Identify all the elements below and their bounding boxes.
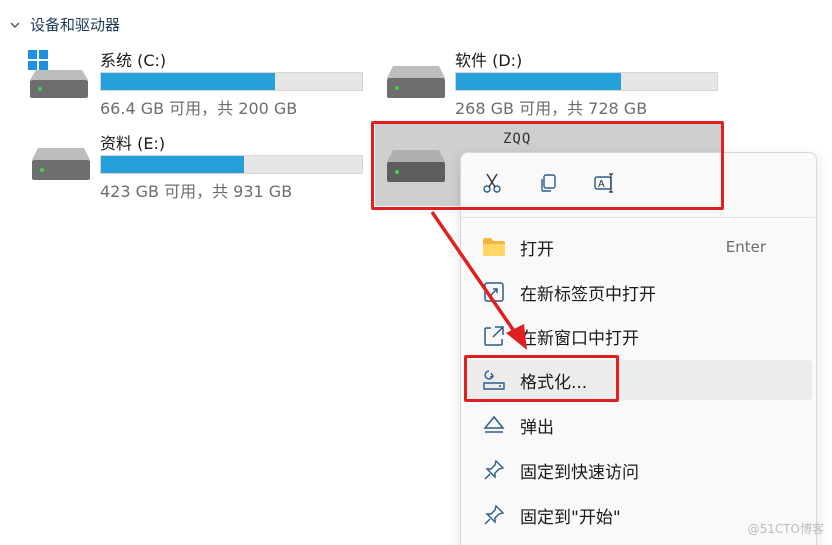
drive-space-info: 423 GB 可用，共 931 GB [100, 182, 293, 201]
drive-name: 资料 (E:) [100, 134, 166, 153]
drive-usage-bar [455, 72, 718, 91]
menu-item-label: 打开 [520, 239, 554, 260]
eject-icon [480, 413, 508, 437]
menu-item-label: 在新标签页中打开 [520, 284, 656, 305]
menu-item-label: 固定到快速访问 [520, 462, 639, 483]
folder-icon [480, 235, 508, 259]
annotation-box-format [464, 355, 619, 402]
open-new-tab-icon [480, 280, 508, 304]
drive-usage-fill [101, 73, 276, 90]
pin-icon [480, 503, 508, 527]
menu-item-open-new-tab[interactable]: 在新标签页中打开 [466, 272, 812, 312]
hard-drive-icon [385, 66, 447, 104]
annotation-box-quick-actions [371, 121, 724, 210]
menu-item-open-new-window[interactable]: 在新窗口中打开 [466, 316, 812, 356]
drive-usage-fill [456, 73, 621, 90]
drive-space-info: 66.4 GB 可用，共 200 GB [100, 99, 298, 118]
menu-item-open[interactable]: 打开 Enter [466, 227, 812, 267]
menu-item-pin-quick-access[interactable]: 固定到快速访问 [466, 450, 812, 490]
watermark: @51CTO博客 [747, 522, 824, 536]
menu-item-eject[interactable]: 弹出 [466, 405, 812, 445]
drive-usage-bar [100, 155, 363, 174]
pin-icon [480, 458, 508, 482]
menu-separator [461, 217, 815, 218]
chevron-down-icon[interactable] [8, 18, 22, 32]
menu-item-label: 固定到"开始" [520, 507, 621, 528]
menu-item-shortcut: Enter [725, 238, 766, 256]
section-header[interactable]: 设备和驱动器 [8, 14, 120, 35]
drive-usage-bar [100, 72, 363, 91]
open-new-window-icon [480, 324, 508, 348]
hard-drive-icon [30, 148, 92, 186]
drive-name: 软件 (D:) [455, 51, 523, 70]
menu-item-label: 弹出 [520, 417, 554, 438]
windows-drive-icon [28, 50, 90, 104]
drive-usage-fill [101, 156, 244, 173]
menu-item-label: 在新窗口中打开 [520, 328, 639, 349]
section-title: 设备和驱动器 [30, 16, 121, 34]
drive-space-info: 268 GB 可用，共 728 GB [455, 99, 648, 118]
drive-name: 系统 (C:) [100, 51, 167, 70]
